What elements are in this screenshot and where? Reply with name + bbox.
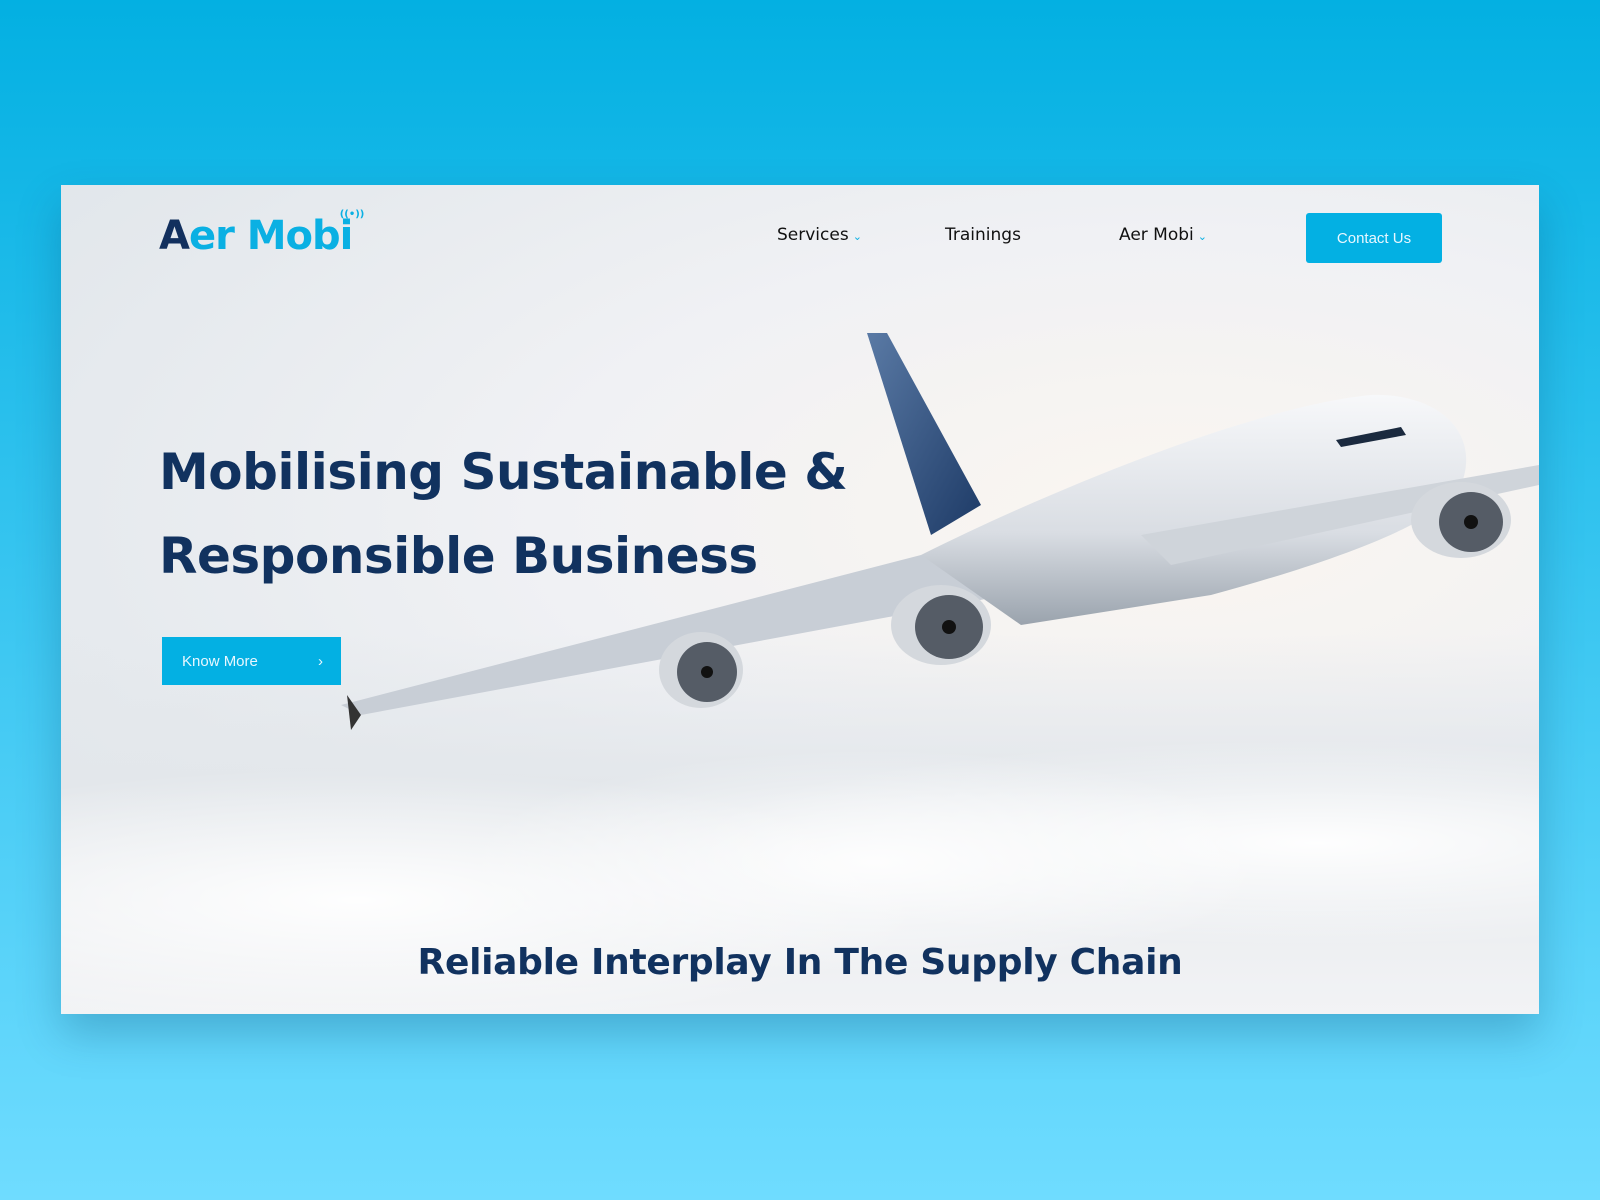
airplane-image — [341, 333, 1539, 730]
hero-line-2: Responsible Business — [159, 527, 758, 585]
nav-label: Trainings — [945, 225, 1021, 245]
know-more-label: Know More — [182, 652, 258, 670]
logo[interactable]: Aer Mobi ((•)) — [159, 209, 364, 259]
logo-letter-a: A — [159, 213, 190, 259]
logo-text: er Mobi — [188, 213, 353, 259]
contact-us-button[interactable]: Contact Us — [1306, 213, 1442, 263]
chevron-down-icon: ⌄ — [852, 230, 862, 243]
nav-services[interactable]: Services ⌄ — [777, 225, 862, 245]
nav-label: Aer Mobi — [1119, 225, 1194, 245]
hero-line-1: Mobilising Sustainable & — [159, 443, 848, 501]
hero-heading: Mobilising Sustainable & Responsible Bus… — [159, 430, 848, 598]
nav-aer-mobi[interactable]: Aer Mobi ⌄ — [1119, 225, 1207, 245]
know-more-button[interactable]: Know More › — [162, 637, 341, 685]
chevron-right-icon: › — [318, 652, 323, 670]
signal-icon: ((•)) — [339, 209, 365, 220]
website-hero-card: Aer Mobi ((•)) Services ⌄ Trainings Aer M… — [61, 185, 1539, 1014]
nav-label: Services — [777, 225, 849, 245]
nav-trainings[interactable]: Trainings — [945, 225, 1021, 245]
chevron-down-icon: ⌄ — [1197, 230, 1207, 243]
section-subheading: Reliable Interplay In The Supply Chain — [417, 942, 1183, 983]
